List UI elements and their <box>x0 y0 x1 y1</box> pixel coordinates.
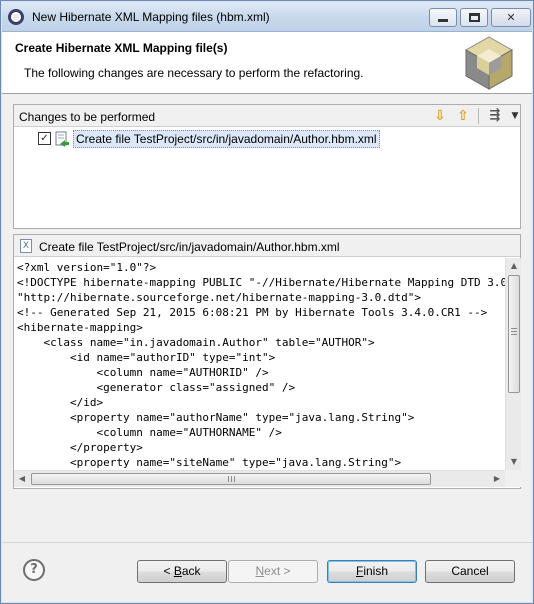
maximize-button[interactable] <box>460 8 488 27</box>
dialog-window: New Hibernate XML Mapping files (hbm.xml… <box>0 0 534 604</box>
back-prefix: < <box>163 564 174 578</box>
change-filter-icon[interactable]: ⇶ <box>486 107 504 125</box>
page-description: The following changes are necessary to p… <box>24 66 364 80</box>
create-file-icon <box>55 131 69 147</box>
scroll-down-icon[interactable]: ▼ <box>506 454 522 470</box>
next-change-arrow-down-icon[interactable]: ⇩ <box>431 107 449 125</box>
changes-title: Changes to be performed <box>19 110 156 124</box>
preview-title: Create file TestProject/src/in/javadomai… <box>39 240 340 254</box>
title-bar[interactable]: New Hibernate XML Mapping files (hbm.xml… <box>2 2 532 32</box>
back-label: ack <box>181 564 201 578</box>
scroll-right-icon[interactable]: ▶ <box>489 471 505 487</box>
code-line: "http://hibernate.sourceforge.net/hibern… <box>17 291 421 304</box>
change-item-label[interactable]: Create file TestProject/src/in/javadomai… <box>73 130 380 148</box>
scroll-left-icon[interactable]: ◀ <box>14 471 30 487</box>
next-mnemonic: N <box>255 564 265 578</box>
code-line: <column name="AUTHORID" /> <box>17 366 269 379</box>
code-line: <id name="authorID" type="int"> <box>17 351 276 364</box>
scrollbar-corner <box>505 470 521 487</box>
maximize-icon <box>468 13 480 22</box>
changes-toolbar: Changes to be performed ⇩ ⇧ ⇶ ▼ <box>14 105 520 127</box>
back-button[interactable]: < Back <box>137 560 227 583</box>
cancel-button[interactable]: Cancel <box>425 560 515 583</box>
wizard-header: Create Hibernate XML Mapping file(s) The… <box>2 32 532 94</box>
minimize-icon <box>438 19 448 22</box>
next-button[interactable]: Next > <box>228 560 318 583</box>
help-button[interactable]: ? <box>23 559 45 581</box>
code-line: </id> <box>17 396 104 409</box>
code-line: <property name="siteName" type="java.lan… <box>17 456 402 468</box>
previous-change-arrow-up-icon[interactable]: ⇧ <box>454 107 472 125</box>
code-line: <class name="in.javadomain.Author" table… <box>17 336 375 349</box>
code-preview[interactable]: <?xml version="1.0"?> <!DOCTYPE hibernate… <box>17 260 505 468</box>
code-line: <generator class="assigned" /> <box>17 381 296 394</box>
toolbar-separator <box>478 108 479 124</box>
finish-button[interactable]: Finish <box>327 560 417 583</box>
horizontal-scrollbar[interactable]: ◀ ▶ <box>14 470 505 487</box>
close-button[interactable]: ✕ <box>491 8 531 27</box>
horizontal-scroll-thumb[interactable] <box>31 473 431 485</box>
code-line: <column name="AUTHORNAME" /> <box>17 426 282 439</box>
change-checkbox[interactable]: ✓ <box>38 132 51 145</box>
preview-panel: X Create file TestProject/src/in/javadom… <box>13 234 521 489</box>
minimize-button[interactable] <box>429 8 457 27</box>
finish-label: inish <box>363 564 389 578</box>
code-line: <!DOCTYPE hibernate-mapping PUBLIC "-//H… <box>17 276 505 289</box>
code-line: <hibernate-mapping> <box>17 321 143 334</box>
changes-panel: Changes to be performed ⇩ ⇧ ⇶ ▼ ✓ Create… <box>13 104 521 229</box>
view-menu-dropdown-icon[interactable]: ▼ <box>506 107 524 125</box>
code-line: <property name="authorName" type="java.l… <box>17 411 415 424</box>
next-label: ext > <box>264 564 291 578</box>
vertical-scroll-thumb[interactable] <box>508 275 520 393</box>
footer-separator <box>2 542 532 543</box>
xml-file-icon: X <box>20 239 32 253</box>
page-title: Create Hibernate XML Mapping file(s) <box>15 41 228 55</box>
code-line: <!-- Generated Sep 21, 2015 6:08:21 PM b… <box>17 306 488 319</box>
hibernate-wizard-logo-icon <box>464 36 514 90</box>
code-line: </property> <box>17 441 143 454</box>
code-line: <?xml version="1.0"?> <box>17 261 157 274</box>
close-icon: ✕ <box>506 11 516 24</box>
eclipse-app-icon <box>8 9 24 25</box>
back-mnemonic: B <box>173 564 182 578</box>
vertical-scrollbar[interactable]: ▲ ▼ <box>505 258 521 470</box>
scroll-up-icon[interactable]: ▲ <box>506 258 522 274</box>
window-title: New Hibernate XML Mapping files (hbm.xml… <box>32 10 270 24</box>
preview-header: X Create file TestProject/src/in/javadom… <box>14 235 520 257</box>
